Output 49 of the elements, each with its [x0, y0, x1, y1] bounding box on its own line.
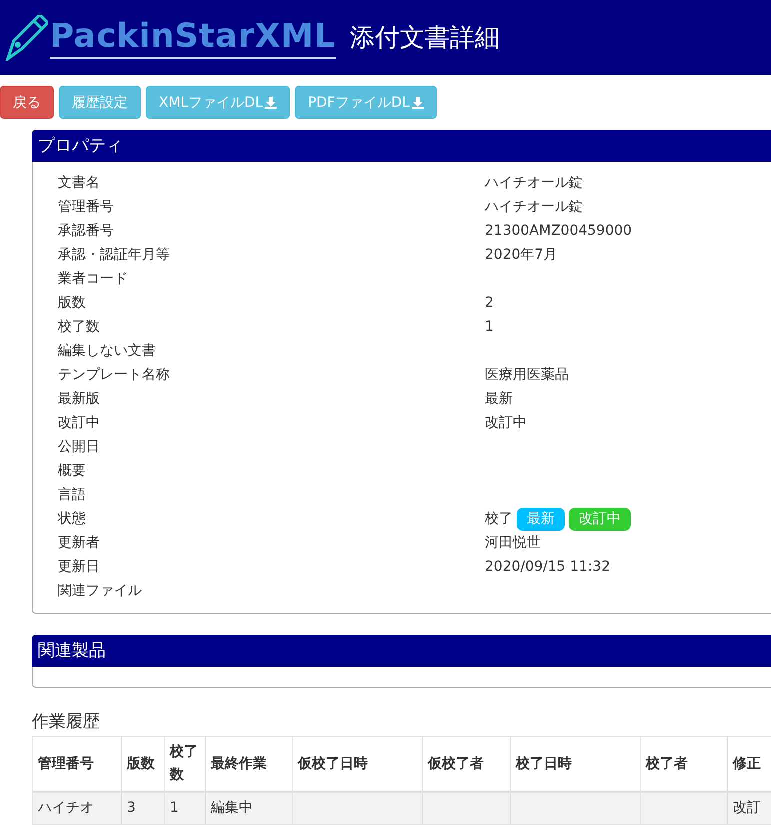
table-cell: ハイチオ	[32, 792, 122, 824]
property-value: ハイチオール錠	[485, 198, 583, 216]
property-label: 校了数	[58, 318, 101, 336]
logo-text: PackinStarXML	[50, 16, 336, 59]
table-cell: 編集中	[206, 792, 292, 824]
property-value: 1	[485, 319, 494, 335]
back-button[interactable]: 戻る	[0, 86, 54, 119]
table-cell: 改訂	[728, 792, 771, 824]
property-label: 更新日	[58, 558, 101, 576]
download-icon	[265, 96, 278, 108]
property-value: 21300AMZ00459000	[485, 223, 632, 239]
property-value: 最新	[485, 390, 513, 408]
property-label: 業者コード	[58, 270, 129, 288]
property-value: 改訂中	[485, 414, 527, 432]
property-label: 概要	[58, 462, 87, 480]
panel-header: プロパティ	[32, 130, 771, 162]
property-label: 管理番号	[58, 198, 115, 216]
table-cell: 1	[164, 792, 206, 824]
table-cell: 3	[122, 792, 164, 824]
property-value: 2	[485, 295, 494, 311]
property-label: 承認番号	[58, 222, 115, 240]
download-button[interactable]: XMLファイルDL	[146, 86, 290, 119]
property-value: 2020/09/15 11:32	[485, 559, 610, 575]
page-title: 添付文書詳細	[350, 22, 500, 54]
property-label: 更新者	[58, 534, 101, 552]
property-label: 版数	[58, 294, 87, 312]
property-value: ハイチオール錠	[485, 174, 583, 192]
property-label: 文書名	[58, 174, 101, 192]
panel-header: 関連製品	[32, 635, 771, 667]
property-value: 2020年7月	[485, 246, 558, 264]
property-value: 医療用医薬品	[485, 366, 569, 384]
property-label: 状態	[58, 510, 87, 528]
status-badge: 改訂中	[569, 508, 631, 530]
download-icon	[412, 96, 424, 108]
download-button[interactable]: PDFファイルDL	[295, 86, 437, 119]
property-label: 最新版	[58, 390, 101, 408]
section-title: 作業履歴	[32, 711, 101, 734]
status-badge: 最新	[517, 508, 565, 530]
property-label: 編集しない文書	[58, 342, 157, 360]
settings-button[interactable]: 履歴設定	[59, 86, 141, 119]
property-label: 承認・認証年月等	[58, 246, 171, 264]
property-value: 校了	[485, 510, 513, 528]
property-value: 河田悦世	[485, 534, 541, 552]
property-label: 関連ファイル	[58, 582, 143, 600]
property-label: 改訂中	[58, 414, 101, 432]
property-label: テンプレート名称	[58, 366, 171, 384]
property-label: 公開日	[58, 438, 101, 456]
property-label: 言語	[58, 486, 87, 504]
pen-nib-icon	[4, 14, 48, 60]
